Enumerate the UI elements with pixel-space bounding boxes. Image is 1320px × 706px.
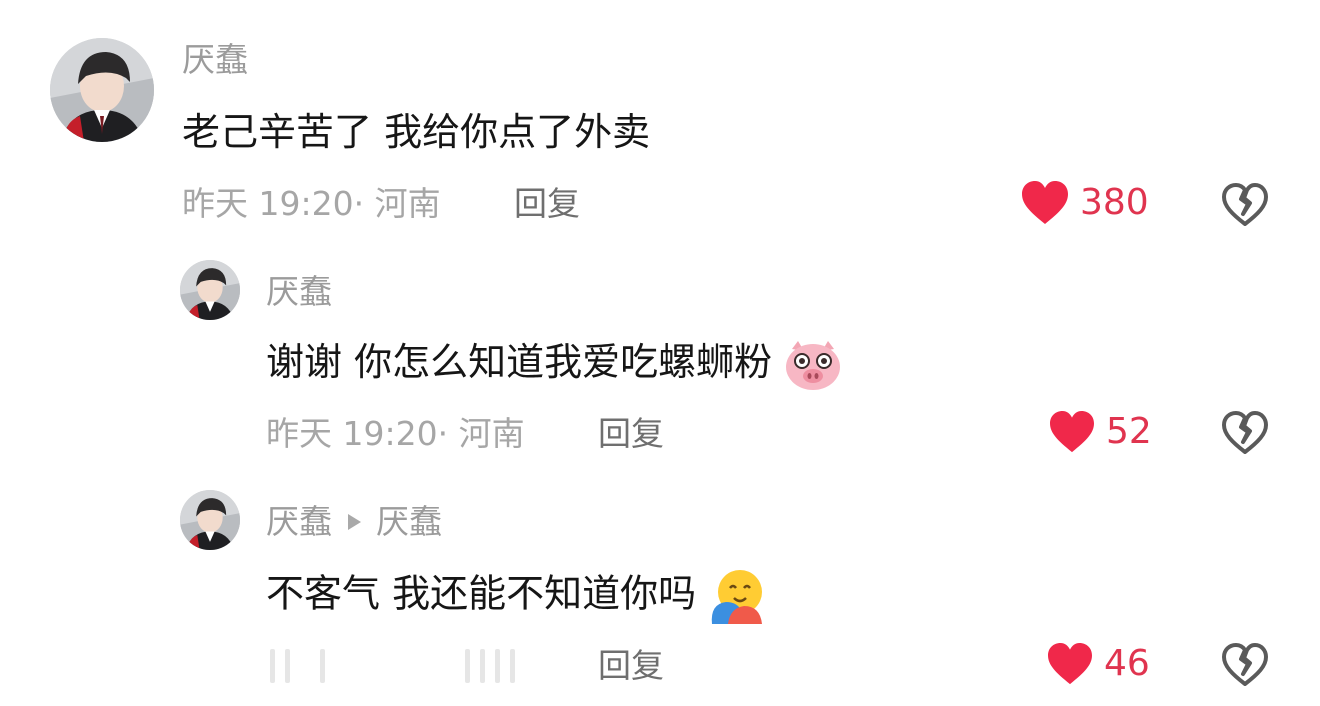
comment-meta: 昨天 19:20· 河南 [182, 184, 441, 223]
avatar-image [180, 490, 240, 550]
avatar-image [50, 38, 154, 142]
reply-button[interactable]: 回复 [514, 184, 580, 224]
avatar-image [180, 260, 240, 320]
like-button[interactable]: 380 [1020, 180, 1149, 226]
comment-username[interactable]: 厌蠢 [266, 272, 332, 312]
redacted-bar [480, 649, 485, 683]
like-button[interactable]: 46 [1046, 642, 1150, 686]
comment-text: 老己辛苦了 我给你点了外卖 [182, 110, 651, 154]
comment-meta-blurred [270, 646, 515, 686]
reply-button[interactable]: 回复 [598, 646, 664, 686]
redacted-bar [270, 649, 275, 683]
reply-thread-header: 厌蠢 厌蠢 [266, 502, 442, 542]
like-count: 46 [1104, 643, 1150, 684]
comment-meta: 昨天 19:20· 河南 [266, 414, 525, 453]
broken-heart-icon [1222, 183, 1268, 226]
heart-filled-icon [1048, 642, 1092, 685]
redacted-bar [465, 649, 470, 683]
avatar[interactable] [50, 38, 154, 142]
comment-username[interactable]: 厌蠢 [182, 40, 248, 80]
caret-right-icon [348, 514, 361, 530]
like-count: 380 [1080, 182, 1149, 223]
reply-to-username[interactable]: 厌蠢 [376, 502, 442, 542]
comment-time: 昨天 19:20 [182, 184, 354, 223]
broken-heart-icon [1222, 643, 1268, 686]
like-count: 52 [1106, 411, 1152, 452]
hugging-face-emoji [711, 570, 763, 624]
dislike-button[interactable] [1220, 182, 1270, 228]
broken-heart-icon [1222, 411, 1268, 454]
comment-text-row: 不客气 我还能不知道你吗 [266, 568, 766, 624]
dislike-button[interactable] [1220, 642, 1270, 688]
comment-time: 昨天 19:20 [266, 414, 438, 453]
comment-username[interactable]: 厌蠢 [266, 502, 332, 542]
comment-text: 谢谢 你怎么知道我爱吃螺蛳粉 [266, 340, 773, 384]
comment-text: 不客气 我还能不知道你吗 [266, 571, 697, 616]
dislike-button[interactable] [1220, 410, 1270, 456]
like-button[interactable]: 52 [1048, 410, 1152, 454]
redacted-bar [285, 649, 290, 683]
heart-filled-icon [1022, 181, 1068, 224]
comment-text-row: 谢谢 你怎么知道我爱吃螺蛳粉 [266, 338, 842, 391]
redacted-bar [495, 649, 500, 683]
comment-location: 河南 [458, 414, 525, 453]
redacted-bar [320, 649, 325, 683]
avatar[interactable] [180, 260, 240, 320]
redacted-bar [510, 649, 515, 683]
reply-button[interactable]: 回复 [598, 414, 664, 454]
heart-filled-icon [1050, 410, 1094, 453]
avatar[interactable] [180, 490, 240, 550]
pig-face-emoji [786, 340, 841, 390]
comment-location: 河南 [374, 184, 441, 223]
